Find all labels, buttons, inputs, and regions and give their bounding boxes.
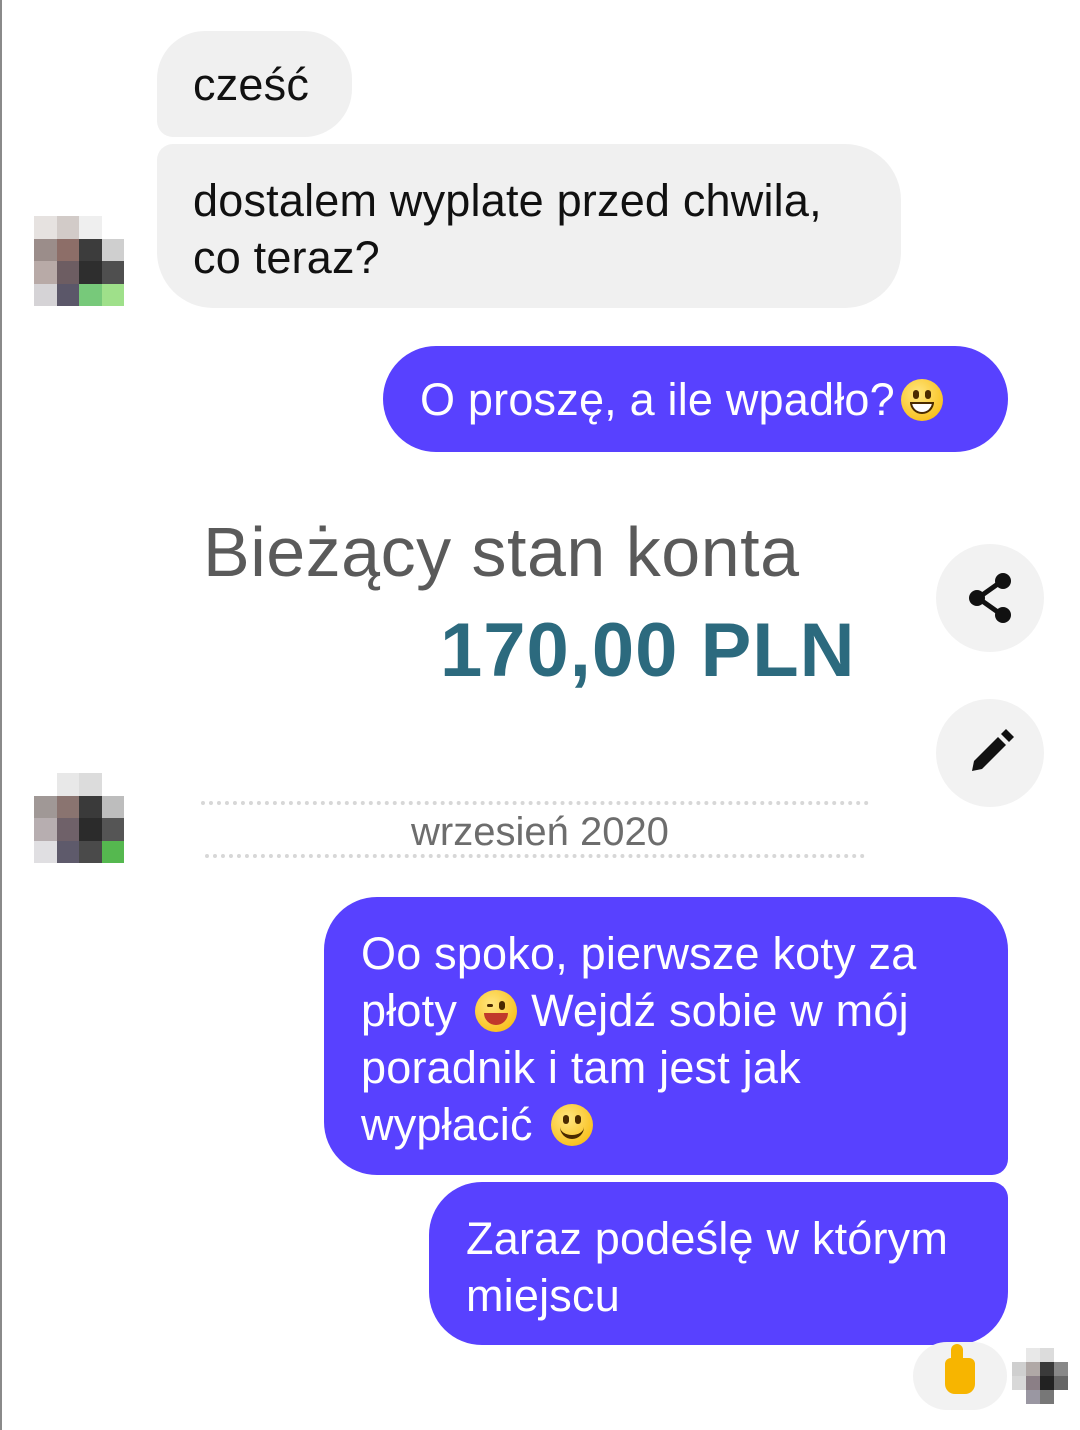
window-edge <box>0 0 2 1430</box>
balance-amount: 170,00 PLN <box>440 608 856 693</box>
contact-avatar[interactable] <box>34 773 124 863</box>
seen-avatar <box>1012 1348 1068 1404</box>
message-text-line: dostalem wyplate przed chwila, <box>193 175 822 226</box>
incoming-message[interactable]: dostalem wyplate przed chwila, co teraz? <box>157 144 901 308</box>
share-button[interactable] <box>936 544 1044 652</box>
incoming-message[interactable]: cześć <box>157 31 352 137</box>
contact-avatar[interactable] <box>34 216 124 306</box>
message-text-line: miejscu <box>466 1270 620 1321</box>
outgoing-message[interactable]: O proszę, a ile wpadło? <box>383 346 1008 452</box>
message-text-line: wypłacić <box>361 1096 1008 1153</box>
winking-face-with-tongue-emoji-icon <box>475 990 518 1032</box>
pencil-icon <box>972 729 1014 771</box>
message-text-line: płoty Wejdź sobie w mój <box>361 982 1008 1039</box>
message-text: wypłacić <box>361 1099 533 1150</box>
outgoing-message[interactable]: Oo spoko, pierwsze koty za płoty Wejdź so… <box>324 897 1008 1175</box>
message-text: Wejdź sobie w mój <box>531 985 909 1036</box>
outgoing-message[interactable]: Zaraz podeślę w którym miejscu <box>429 1182 1008 1345</box>
balance-title: Bieżący stan konta <box>203 513 800 591</box>
message-text-line: poradnik i tam jest jak <box>361 1042 801 1093</box>
message-text: płoty <box>361 985 458 1036</box>
message-text-line: co teraz? <box>193 232 380 283</box>
edit-button[interactable] <box>936 699 1044 807</box>
message-text: O proszę, a ile wpadło? <box>420 374 895 425</box>
thumbs-up-icon <box>945 1344 975 1394</box>
smiling-face-emoji-icon <box>550 1104 593 1146</box>
chat-thread: cześć dostalem wyplate przed chwila, co … <box>0 0 1080 1430</box>
grinning-face-emoji-icon <box>900 379 943 421</box>
date-label: wrzesień 2020 <box>411 810 669 854</box>
share-icon <box>969 573 1011 623</box>
divider <box>201 801 869 805</box>
divider <box>205 854 865 858</box>
message-text-line: Oo spoko, pierwsze koty za <box>361 928 917 979</box>
message-text: cześć <box>193 59 310 110</box>
reaction-badge[interactable] <box>913 1342 1007 1410</box>
message-text-line: Zaraz podeślę w którym <box>466 1213 949 1264</box>
